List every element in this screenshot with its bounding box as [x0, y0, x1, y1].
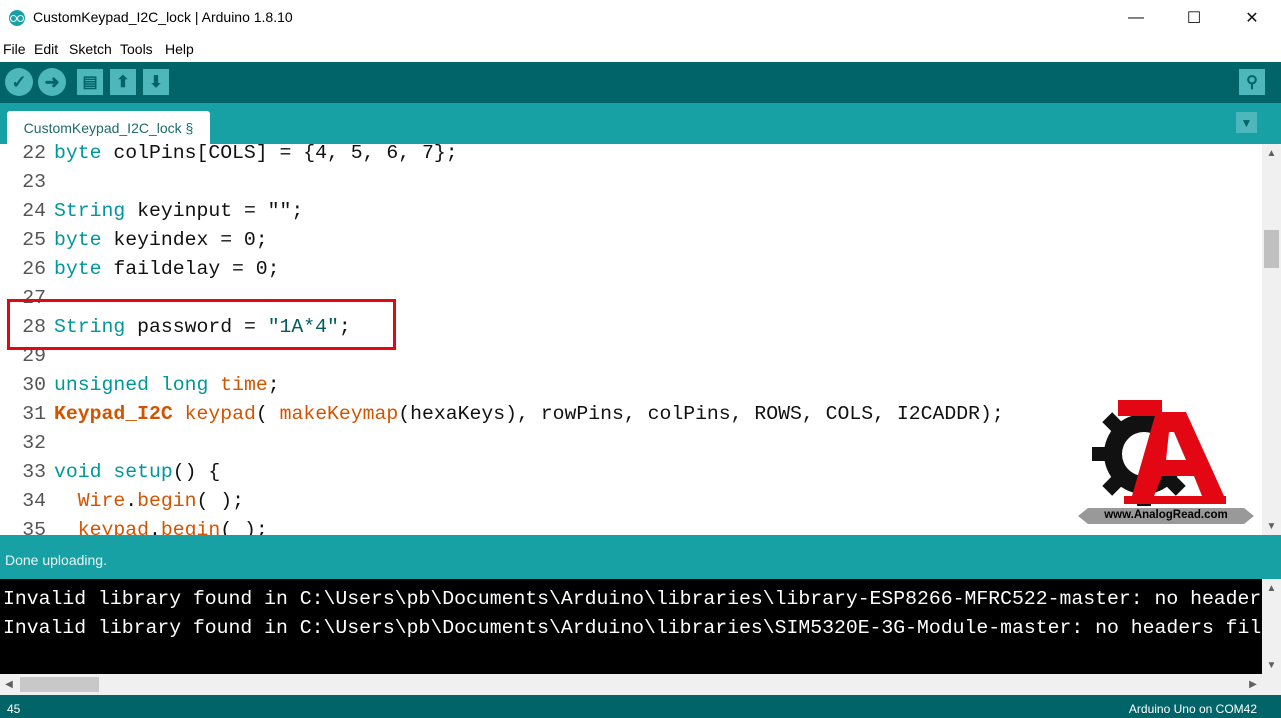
arrow-right-icon: ➜: [44, 71, 60, 92]
menu-sketch[interactable]: Sketch: [69, 41, 112, 57]
serial-monitor-button[interactable]: ⚲: [1239, 69, 1265, 95]
maximize-button[interactable]: ☐: [1165, 0, 1223, 36]
document-icon: ▤: [82, 74, 98, 91]
save-button[interactable]: ⬇: [143, 69, 169, 95]
toolbar: ✓ ➜ ▤ ⬆ ⬇ ⚲: [0, 62, 1281, 103]
tab-sketch[interactable]: CustomKeypad_I2C_lock §: [7, 111, 210, 144]
arduino-logo-icon: [9, 10, 25, 26]
scroll-left-icon[interactable]: ◀: [0, 674, 18, 695]
open-button[interactable]: ⬆: [110, 69, 136, 95]
code-line: 32: [22, 432, 46, 454]
hscroll-thumb[interactable]: [20, 677, 99, 692]
console-scrollbar[interactable]: ▲ ▼: [1262, 579, 1281, 674]
tab-menu-button[interactable]: ▼: [1236, 112, 1257, 133]
scroll-up-icon[interactable]: ▲: [1262, 579, 1281, 597]
scroll-down-icon[interactable]: ▼: [1262, 517, 1281, 535]
code-line: 25 byte keyindex = 0;: [22, 229, 268, 251]
window-title: CustomKeypad_I2C_lock | Arduino 1.8.10: [33, 9, 293, 25]
code-line: 26 byte faildelay = 0;: [22, 258, 280, 280]
scroll-right-icon[interactable]: ▶: [1244, 674, 1262, 695]
arrow-up-icon: ⬆: [116, 74, 130, 91]
menu-file[interactable]: File: [3, 41, 26, 57]
upload-button[interactable]: ➜: [38, 68, 66, 96]
status-bar: Done uploading.: [0, 535, 1281, 579]
scroll-down-icon[interactable]: ▼: [1262, 656, 1281, 674]
menu-bar: File Edit Sketch Tools Help: [0, 38, 1281, 62]
close-button[interactable]: ✕: [1223, 0, 1281, 36]
code-line: 30 unsigned long time;: [22, 374, 280, 396]
code-line: 35 keypad.begin( );: [22, 519, 268, 535]
line-number: 45: [7, 702, 21, 716]
highlight-box: [7, 299, 396, 350]
logo-url: www.AnalogRead.com: [1104, 509, 1228, 521]
console-hscrollbar[interactable]: ◀ ▶: [0, 674, 1262, 695]
menu-edit[interactable]: Edit: [34, 41, 58, 57]
console-output[interactable]: Invalid library found in C:\Users\pb\Doc…: [0, 579, 1262, 674]
scroll-corner: [1262, 674, 1281, 695]
tab-bar: CustomKeypad_I2C_lock § ▼: [0, 103, 1281, 144]
new-sketch-button[interactable]: ▤: [77, 69, 103, 95]
scroll-thumb[interactable]: [1264, 230, 1279, 268]
status-message: Done uploading.: [5, 552, 107, 568]
analogread-logo: www.AnalogRead.com: [1078, 396, 1254, 528]
code-line: 22 byte colPins[COLS] = {4, 5, 6, 7};: [22, 144, 458, 164]
title-bar: CustomKeypad_I2C_lock | Arduino 1.8.10 —…: [0, 0, 1281, 36]
menu-tools[interactable]: Tools: [120, 41, 153, 57]
editor-scrollbar[interactable]: ▲ ▼: [1262, 144, 1281, 535]
console-line: Invalid library found in C:\Users\pb\Doc…: [3, 588, 1262, 610]
minimize-button[interactable]: —: [1107, 0, 1165, 36]
code-line: 23: [22, 171, 46, 193]
code-line: 24 String keyinput = "";: [22, 200, 304, 222]
chevron-down-icon: ▼: [1240, 115, 1253, 130]
board-port: Arduino Uno on COM42: [1128, 702, 1257, 716]
code-editor[interactable]: 22 byte colPins[COLS] = {4, 5, 6, 7}; 23 …: [0, 144, 1262, 535]
check-icon: ✓: [11, 71, 27, 92]
verify-button[interactable]: ✓: [5, 68, 33, 96]
console-line: Invalid library found in C:\Users\pb\Doc…: [3, 617, 1262, 639]
scroll-up-icon[interactable]: ▲: [1262, 144, 1281, 162]
code-line: 33 void setup() {: [22, 461, 221, 483]
code-line: 31 Keypad_I2C keypad( makeKeymap(hexaKeys…: [22, 403, 1004, 425]
menu-help[interactable]: Help: [165, 41, 194, 57]
magnifier-icon: ⚲: [1246, 74, 1258, 91]
bottom-status-bar: 45 Arduino Uno on COM42: [0, 695, 1281, 718]
code-line: 34 Wire.begin( );: [22, 490, 244, 512]
arrow-down-icon: ⬇: [149, 74, 163, 91]
